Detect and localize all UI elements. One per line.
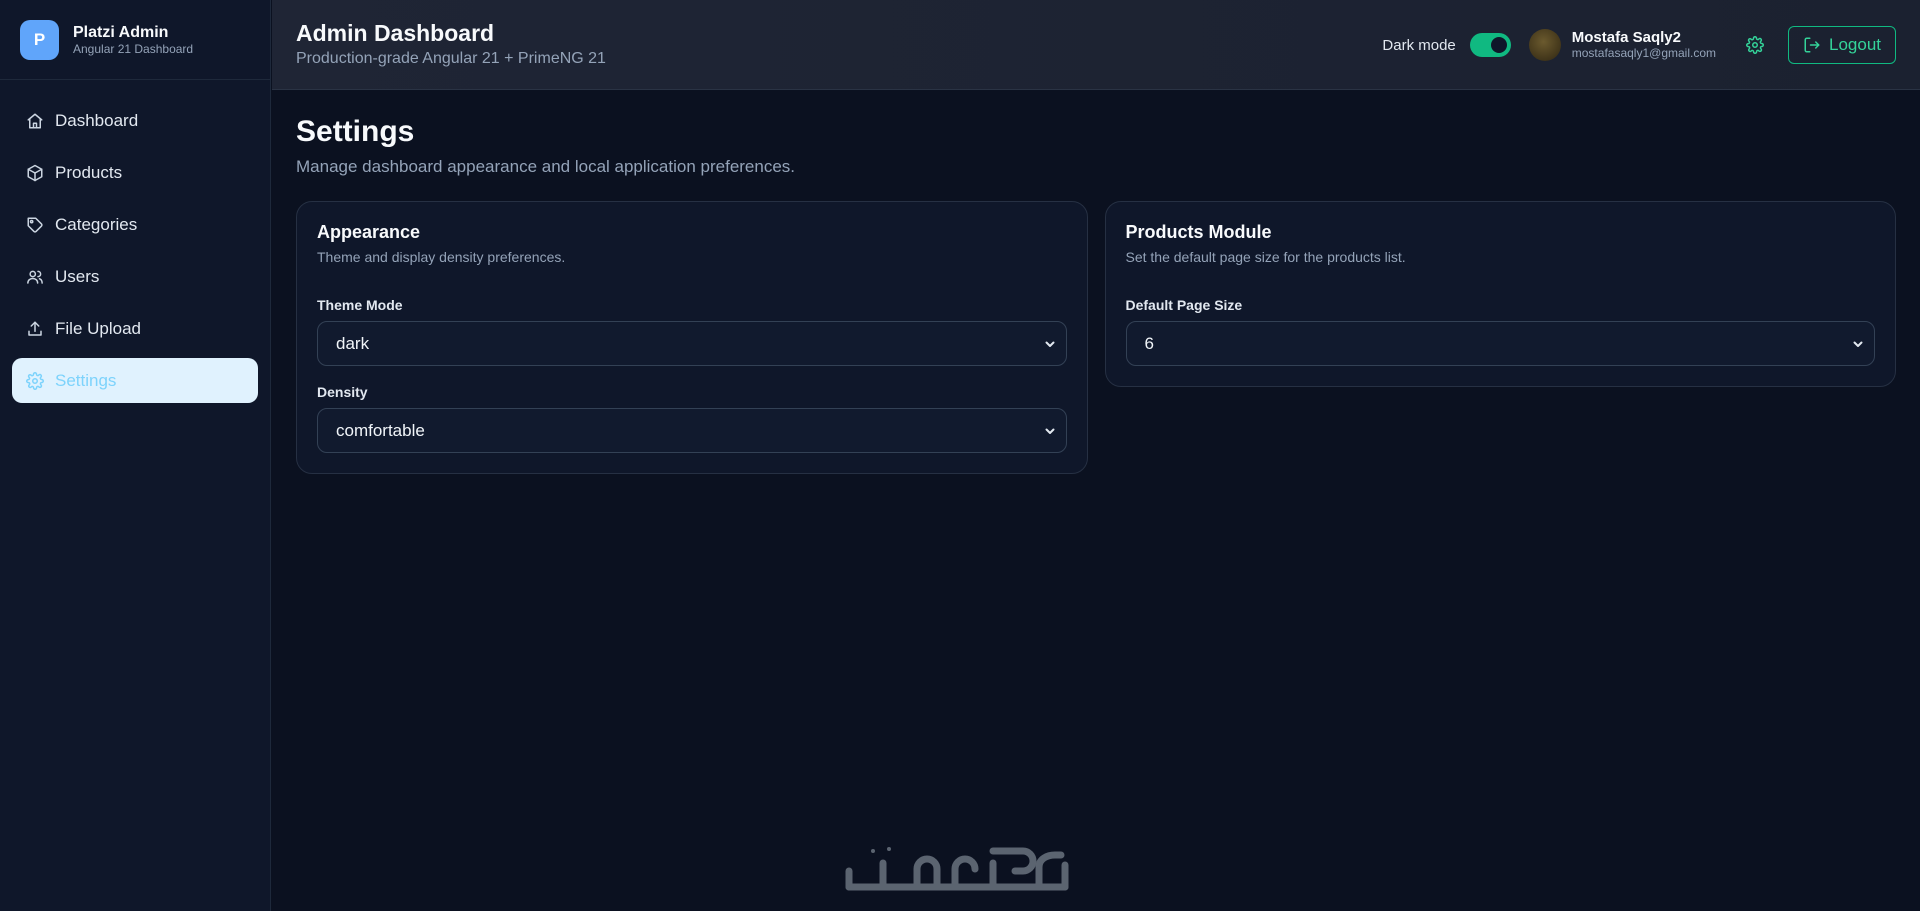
dark-mode-toggle[interactable] bbox=[1469, 33, 1511, 57]
app-subtitle: Production-grade Angular 21 + PrimeNG 21 bbox=[296, 50, 606, 67]
card-title: Products Module bbox=[1125, 222, 1272, 242]
sidebar-item-dashboard[interactable]: Dashboard bbox=[12, 98, 258, 143]
gear-icon bbox=[1746, 36, 1764, 54]
sidebar-item-label: Settings bbox=[55, 370, 117, 390]
settings-cards: Appearance Theme and display density pre… bbox=[296, 201, 1896, 474]
chevron-down-icon bbox=[1045, 428, 1054, 434]
card-title: Appearance bbox=[317, 222, 421, 242]
logout-label: Logout bbox=[1829, 35, 1881, 54]
user-info: Mostafa Saqly2 mostafasaqly1@gmail.com bbox=[1572, 29, 1716, 61]
upload-icon bbox=[28, 321, 42, 336]
card-subtitle: Theme and display density preferences. bbox=[317, 249, 566, 265]
sidebar-item-products[interactable]: Products bbox=[12, 150, 258, 195]
dark-mode-label: Dark mode bbox=[1382, 36, 1456, 54]
topbar: Admin Dashboard Production-grade Angular… bbox=[272, 0, 1920, 90]
card-subtitle: Set the default page size for the produc… bbox=[1125, 249, 1406, 265]
logout-button[interactable]: Logout bbox=[1788, 26, 1896, 64]
select-value: dark bbox=[336, 333, 370, 353]
tag-icon bbox=[27, 217, 43, 233]
avatar bbox=[1528, 29, 1561, 61]
sidebar-item-label: Products bbox=[55, 162, 123, 182]
theme-mode-select[interactable]: dark bbox=[317, 321, 1067, 366]
brand: P Platzi Admin Angular 21 Dashboard bbox=[0, 0, 270, 80]
logout-icon bbox=[1804, 37, 1820, 53]
box-icon bbox=[27, 164, 43, 181]
home-icon bbox=[27, 113, 43, 128]
page-size-select[interactable]: 6 bbox=[1125, 321, 1875, 366]
watermark-logo bbox=[843, 843, 1076, 893]
density-label: Density bbox=[317, 384, 368, 400]
brand-title: Platzi Admin bbox=[73, 23, 169, 41]
sidebar-item-users[interactable]: Users bbox=[12, 254, 258, 299]
user-name: Mostafa Saqly2 bbox=[1571, 29, 1681, 46]
page-title: Settings bbox=[296, 115, 415, 148]
sidebar-item-file-upload[interactable]: File Upload bbox=[12, 306, 258, 351]
page-subtitle: Manage dashboard appearance and local ap… bbox=[296, 157, 796, 176]
user-email: mostafasaqly1@gmail.com bbox=[1571, 46, 1716, 60]
sidebar-item-label: File Upload bbox=[55, 318, 141, 338]
brand-text: Platzi Admin Angular 21 Dashboard bbox=[73, 23, 193, 57]
header-actions: Dark mode Mostafa Saqly2 mostafasaqly1@g… bbox=[1382, 26, 1896, 64]
density-select[interactable]: comfortable bbox=[317, 408, 1067, 453]
gear-icon bbox=[26, 371, 44, 390]
chevron-down-icon bbox=[1853, 341, 1863, 347]
select-value: 6 bbox=[1144, 333, 1154, 353]
brand-subtitle: Angular 21 Dashboard bbox=[73, 41, 194, 56]
theme-mode-label: Theme Mode bbox=[317, 297, 403, 313]
sidebar-nav: Dashboard Products Categories Users File… bbox=[0, 80, 270, 403]
chevron-down-icon bbox=[1045, 341, 1054, 347]
appearance-card: Appearance Theme and display density pre… bbox=[296, 201, 1088, 474]
toggle-knob bbox=[1490, 37, 1507, 53]
sidebar-item-label: Categories bbox=[55, 214, 138, 234]
brand-logo: P bbox=[20, 19, 59, 60]
app-title: Admin Dashboard bbox=[296, 20, 495, 46]
settings-button[interactable] bbox=[1744, 34, 1766, 56]
sidebar-item-label: Users bbox=[55, 266, 100, 286]
select-value: comfortable bbox=[336, 420, 425, 440]
page-size-label: Default Page Size bbox=[1125, 297, 1243, 313]
products-module-card: Products Module Set the default page siz… bbox=[1104, 201, 1896, 387]
sidebar-item-label: Dashboard bbox=[55, 110, 139, 130]
sidebar: P Platzi Admin Angular 21 Dashboard Dash… bbox=[0, 0, 271, 911]
sidebar-item-settings[interactable]: Settings bbox=[12, 358, 258, 403]
users-icon bbox=[27, 270, 43, 284]
sidebar-item-categories[interactable]: Categories bbox=[12, 202, 258, 247]
main-content: Settings Manage dashboard appearance and… bbox=[296, 115, 1896, 474]
